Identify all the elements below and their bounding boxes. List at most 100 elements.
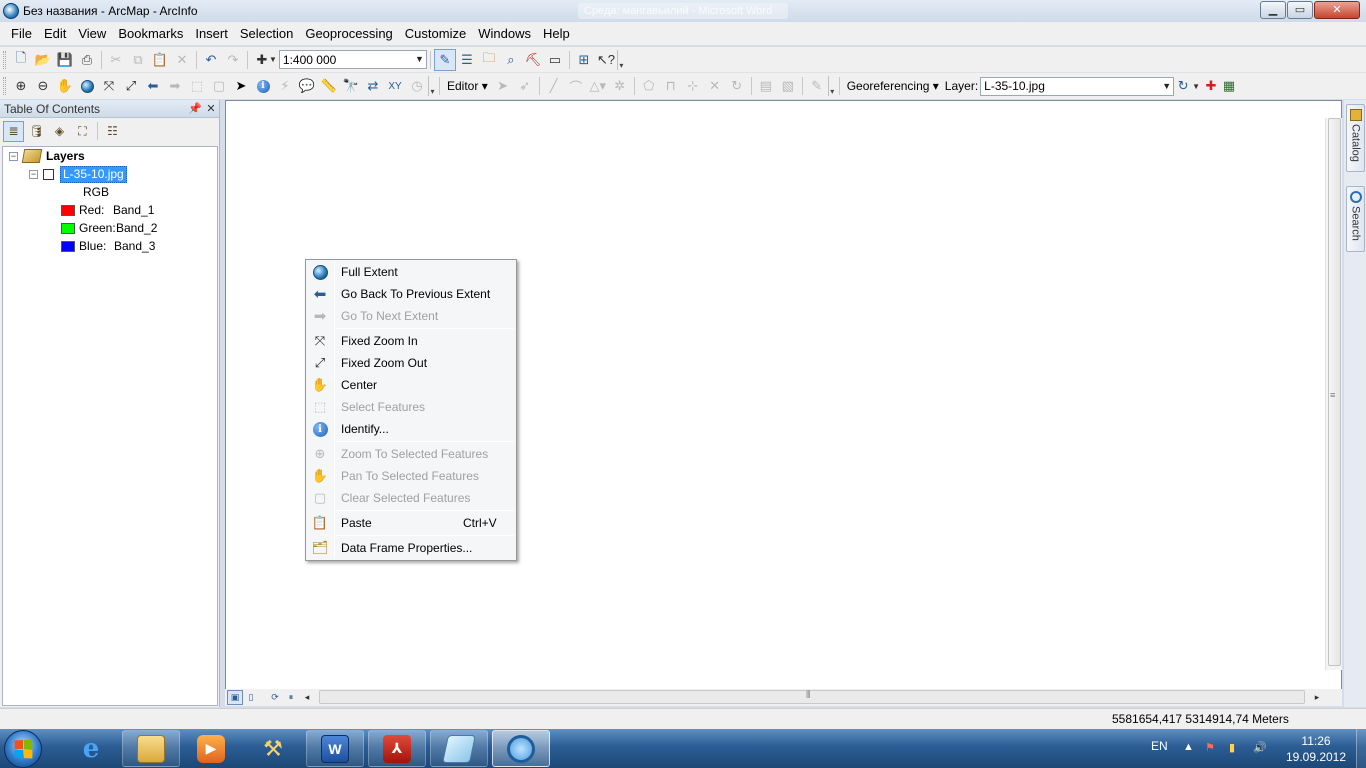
construction-tools-icon[interactable]: △▾ [587, 75, 609, 97]
menu-file[interactable]: File [5, 22, 38, 46]
tree-row-layers[interactable]: − Layers [9, 147, 85, 165]
view-link-table-icon[interactable]: ▦ [1220, 75, 1238, 97]
menu-paste[interactable]: 📋 Paste Ctrl+V [308, 512, 514, 534]
create-features-icon[interactable]: ✎ [806, 75, 828, 97]
layer-name[interactable]: L-35-10.jpg [60, 165, 127, 183]
taskbar-word[interactable]: W [306, 730, 364, 767]
identify-icon[interactable]: i [252, 75, 274, 97]
rotate-icon[interactable]: ↻ [726, 75, 748, 97]
taskbar-media-player[interactable]: ▶ [182, 730, 240, 767]
menu-full-extent[interactable]: Full Extent [308, 261, 514, 283]
new-document-icon[interactable]: 🗋 [10, 49, 32, 71]
fixed-zoom-out-icon[interactable]: ⤢ [120, 75, 142, 97]
whats-this-icon[interactable]: ↖? [595, 49, 617, 71]
taskbar-explorer[interactable] [122, 730, 180, 767]
editor-menu[interactable]: Editor ▾ [443, 79, 492, 93]
taskbar-arcmap[interactable] [492, 730, 550, 767]
taskbar-internet-explorer[interactable]: e [62, 730, 120, 767]
editor-toolbar-icon[interactable]: ✎ [433, 48, 456, 71]
menu-identify[interactable]: i Identify... [308, 418, 514, 440]
rotate-dropdown-icon[interactable]: ▼ [1192, 82, 1200, 91]
pause-drawing-button[interactable]: ⏸ [283, 690, 299, 705]
find-route-icon[interactable]: ⇄ [362, 75, 384, 97]
taskbar-acrobat[interactable]: ⅄ [368, 730, 426, 767]
python-window-icon[interactable]: ▭ [544, 49, 566, 71]
list-by-visibility-icon[interactable]: ◈ [49, 121, 70, 142]
hyperlink-icon[interactable]: ⚡ [274, 75, 296, 97]
collapse-icon[interactable]: − [29, 169, 38, 179]
layer-visibility-checkbox[interactable] [43, 168, 54, 180]
reshape-icon[interactable]: ⊓ [660, 75, 682, 97]
menu-insert[interactable]: Insert [189, 22, 234, 46]
edit-annotation-icon[interactable]: ➶ [514, 75, 536, 97]
list-by-drawing-order-icon[interactable]: ≣ [3, 120, 24, 142]
menu-view[interactable]: View [72, 22, 112, 46]
open-icon[interactable]: 📂 [32, 49, 54, 71]
list-by-source-icon[interactable]: 🛢 [26, 121, 47, 142]
table-of-contents-icon[interactable]: ☰ [456, 49, 478, 71]
menu-center[interactable]: ✋ Center [308, 374, 514, 396]
cut-polygons-icon[interactable]: ⊹ [682, 75, 704, 97]
find-icon[interactable]: 🔭 [340, 75, 362, 97]
data-view-button[interactable]: ▣ [227, 690, 243, 705]
search-window-icon[interactable]: ⌕ [500, 49, 522, 71]
pin-icon[interactable]: 📌 [187, 102, 203, 115]
back-arrow-icon[interactable]: ⬅ [142, 75, 164, 97]
menu-data-frame-properties[interactable]: 🗂 Data Frame Properties... [308, 537, 514, 559]
arctoolbox-icon[interactable]: ⛏ [522, 49, 544, 71]
catalog-tab[interactable]: Catalog [1346, 104, 1365, 172]
vertical-scrollbar[interactable]: ≡ [1325, 118, 1342, 670]
html-popup-icon[interactable]: 💬 [296, 75, 318, 97]
select-elements-icon[interactable]: ➤ [230, 75, 252, 97]
toolbar-overflow-icon[interactable]: ▾ [616, 49, 625, 70]
georeferencing-menu[interactable]: Georeferencing ▾ [843, 79, 943, 93]
zoom-out-icon[interactable]: ⊖ [32, 75, 54, 97]
delete-icon[interactable]: ✕ [171, 49, 193, 71]
menu-help[interactable]: Help [537, 22, 576, 46]
scroll-right-button[interactable]: ▸ [1309, 690, 1325, 705]
system-clock[interactable]: 11:26 19.09.2012 [1282, 733, 1350, 765]
copy-icon[interactable]: ⧉ [127, 49, 149, 71]
end-point-arc-icon[interactable]: ⌒ [565, 75, 587, 97]
menu-go-back-previous-extent[interactable]: ⬅ Go Back To Previous Extent [308, 283, 514, 305]
menu-go-to-next-extent[interactable]: ➡ Go To Next Extent [308, 305, 514, 327]
show-desktop-button[interactable] [1356, 729, 1366, 768]
menu-selection[interactable]: Selection [234, 22, 299, 46]
menu-geoprocessing[interactable]: Geoprocessing [299, 22, 398, 46]
search-tab[interactable]: Search [1346, 186, 1365, 252]
pan-icon[interactable]: ✋ [54, 75, 76, 97]
layout-view-button[interactable]: ▯ [243, 690, 259, 705]
attributes-icon[interactable]: ▤ [755, 75, 777, 97]
add-control-points-icon[interactable]: ✚ [1202, 75, 1220, 97]
toolbar-grip[interactable] [3, 50, 6, 69]
measure-icon[interactable]: 📏 [318, 75, 340, 97]
collapse-icon[interactable]: − [9, 151, 18, 161]
menu-pan-to-selected-features[interactable]: ✋ Pan To Selected Features [308, 465, 514, 487]
action-center-icon[interactable]: ⚑ [1205, 741, 1219, 755]
menu-clear-selected-features[interactable]: ▢ Clear Selected Features [308, 487, 514, 509]
menu-fixed-zoom-out[interactable]: ⤢ Fixed Zoom Out [308, 352, 514, 374]
refresh-view-button[interactable]: ⟳ [267, 690, 283, 705]
menu-select-features[interactable]: ⬚ Select Features [308, 396, 514, 418]
volume-icon[interactable]: 🔊 [1253, 741, 1267, 755]
print-icon[interactable]: ⎙ [76, 49, 98, 71]
redo-icon[interactable]: ↷ [222, 49, 244, 71]
menu-windows[interactable]: Windows [472, 22, 537, 46]
modelbuilder-icon[interactable]: ⊞ [573, 49, 595, 71]
clear-selection-icon[interactable]: ▢ [208, 75, 230, 97]
catalog-window-icon[interactable]: 🗀 [478, 49, 500, 71]
menu-customize[interactable]: Customize [399, 22, 472, 46]
language-indicator[interactable]: EN [1151, 739, 1168, 753]
zoom-in-icon[interactable]: ⊕ [10, 75, 32, 97]
menu-bookmarks[interactable]: Bookmarks [112, 22, 189, 46]
menu-zoom-to-selected-features[interactable]: ⊕ Zoom To Selected Features [308, 443, 514, 465]
maximize-button[interactable]: ▭ [1287, 1, 1313, 19]
map-scale-combo[interactable]: 1:400 000 ▼ [278, 50, 427, 69]
toolbar-overflow-icon[interactable]: ▾ [428, 76, 436, 96]
start-button[interactable] [4, 730, 42, 768]
close-icon[interactable]: ✕ [203, 102, 219, 115]
split-icon[interactable]: ✕ [704, 75, 726, 97]
horizontal-scrollbar[interactable]: ⦀ [319, 690, 1305, 704]
options-icon[interactable]: ☷ [102, 121, 123, 142]
edit-vertices-icon[interactable]: ⬠ [638, 75, 660, 97]
